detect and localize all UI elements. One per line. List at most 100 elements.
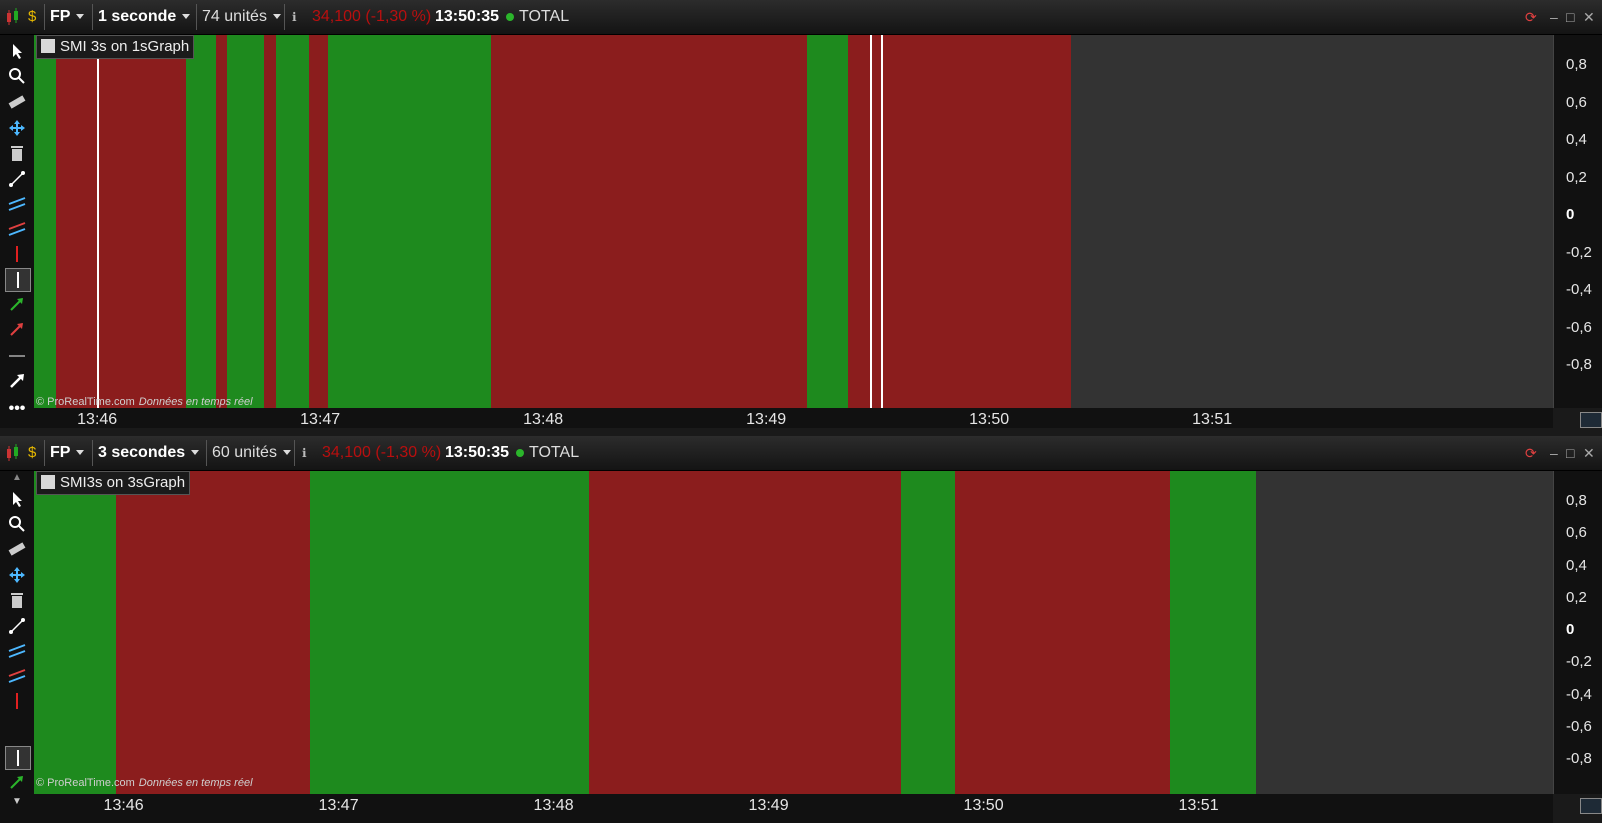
close-icon[interactable]: ✕ <box>1583 445 1595 461</box>
pointer-icon[interactable] <box>5 488 29 510</box>
green-band <box>309 471 590 794</box>
vertical-line-icon[interactable] <box>5 268 31 292</box>
x-tick-label: 13:50 <box>963 797 1004 814</box>
top-indicator-legend[interactable]: SMI 3s on 1sGraph <box>36 35 195 59</box>
green-band <box>227 35 265 408</box>
candle-icon[interactable] <box>5 436 21 470</box>
green-arrow-icon[interactable] <box>5 293 29 315</box>
market-label: TOTAL <box>529 444 580 461</box>
timeframe-selector[interactable]: 3 secondes <box>98 436 200 470</box>
top-chart-window: $ FP 1 seconde 74 unités ℹ 34,100 (-1,30… <box>0 0 1602 428</box>
y-tick-label: -0,6 <box>1566 717 1592 735</box>
bottom-y-axis[interactable]: 0,8 0,6 0,4 0,2 0 -0,2 -0,4 -0,6 -0,8 <box>1553 471 1602 794</box>
close-icon[interactable]: ✕ <box>1583 9 1595 25</box>
green-band <box>901 471 955 794</box>
bottom-indicator-legend[interactable]: SMI3s on 3sGraph <box>36 471 191 495</box>
market-status: TOTAL <box>516 436 579 470</box>
minimize-icon[interactable]: – <box>1550 445 1558 461</box>
symbol-selector[interactable]: FP <box>50 0 85 34</box>
x-tick-label: 13:48 <box>533 797 574 814</box>
bottom-scale-toggle-icon[interactable] <box>1580 798 1602 814</box>
red-line-icon[interactable] <box>5 690 29 712</box>
indicator-name: SMI 3s on 1sGraph <box>60 38 190 55</box>
channel-blue-icon[interactable] <box>5 193 29 215</box>
zoom-icon[interactable] <box>5 65 29 87</box>
trash-icon[interactable] <box>5 142 29 164</box>
top-indicator-chart[interactable] <box>34 35 1553 408</box>
bottom-x-axis[interactable]: 13:46 13:47 13:48 13:49 13:50 13:51 <box>34 794 1553 823</box>
top-y-axis[interactable]: 0,8 0,6 0,4 0,2 0 -0,2 -0,4 -0,6 -0,8 <box>1553 35 1602 408</box>
top-scale-toggle-icon[interactable] <box>1580 412 1602 428</box>
realtime-text: Données en temps réel <box>138 396 253 408</box>
top-toolbar: $ FP 1 seconde 74 unités ℹ 34,100 (-1,30… <box>0 0 1602 35</box>
status-dot-icon <box>506 12 514 21</box>
green-arrow-icon[interactable] <box>5 771 29 793</box>
info-icon[interactable]: ℹ <box>302 436 307 470</box>
dollar-icon[interactable]: $ <box>28 0 36 34</box>
vertical-line[interactable] <box>870 35 873 408</box>
channel-red-icon[interactable] <box>5 218 29 240</box>
move-icon[interactable] <box>5 564 29 586</box>
bottom-indicator-chart[interactable] <box>34 471 1553 794</box>
y-tick-label: 0 <box>1566 621 1575 638</box>
top-x-axis[interactable]: 13:46 13:47 13:48 13:49 13:50 13:51 <box>34 408 1553 428</box>
red-band <box>954 471 1170 794</box>
clock-time: 13:50:35 <box>435 8 500 25</box>
green-band <box>807 35 848 408</box>
minimize-icon[interactable]: – <box>1550 9 1558 25</box>
maximize-icon[interactable]: □ <box>1566 9 1574 25</box>
units-selector[interactable]: 60 unités <box>212 436 291 470</box>
green-band <box>275 35 310 408</box>
move-icon[interactable] <box>5 117 29 139</box>
red-band <box>264 35 276 408</box>
pointer-icon[interactable] <box>5 40 29 62</box>
channel-red-icon[interactable] <box>5 665 29 687</box>
x-tick-label: 13:46 <box>77 411 118 428</box>
scroll-down-icon[interactable]: ▼ <box>5 795 29 807</box>
red-band <box>56 35 187 408</box>
symbol-selector[interactable]: FP <box>50 436 85 470</box>
clock-time: 13:50:35 <box>445 444 510 461</box>
red-arrow-icon[interactable] <box>5 318 29 340</box>
scroll-up-icon[interactable]: ▲ <box>5 471 29 483</box>
y-tick-label: 0,6 <box>1566 524 1587 542</box>
copyright-text: © ProRealTime.com <box>36 396 135 408</box>
units-selector[interactable]: 74 unités <box>202 0 281 34</box>
trash-icon[interactable] <box>5 589 29 611</box>
ruler-icon[interactable] <box>5 538 29 560</box>
horizontal-line-icon[interactable] <box>5 345 29 367</box>
vertical-line[interactable] <box>881 35 884 408</box>
more-icon[interactable]: ••• <box>5 398 29 420</box>
ruler-icon[interactable] <box>5 91 29 113</box>
node-line-icon[interactable] <box>5 168 29 190</box>
y-tick-label: 0,8 <box>1566 492 1587 509</box>
price-change: 34,100 (-1,30 %) <box>312 8 432 25</box>
channel-blue-icon[interactable] <box>5 640 29 662</box>
y-tick-label: -0,8 <box>1566 356 1592 373</box>
node-line-icon[interactable] <box>5 615 29 637</box>
white-arrow-icon[interactable] <box>5 370 29 392</box>
market-status: TOTAL <box>506 0 569 34</box>
info-icon[interactable]: ℹ <box>292 0 297 34</box>
market-label: TOTAL <box>519 8 570 25</box>
legend-swatch <box>41 39 55 54</box>
x-tick-label: 13:49 <box>746 411 787 428</box>
bottom-chart-window: $ FP 3 secondes 60 unités ℹ 34,100 (-1,3… <box>0 436 1602 823</box>
sync-icon[interactable]: ⟳ <box>1525 445 1537 461</box>
indicator-name: SMI3s on 3sGraph <box>60 474 186 491</box>
candle-icon[interactable] <box>5 0 21 34</box>
y-tick-label: -0,2 <box>1566 243 1592 261</box>
maximize-icon[interactable]: □ <box>1566 445 1574 461</box>
vertical-line[interactable] <box>97 35 100 408</box>
sync-icon[interactable]: ⟳ <box>1525 9 1537 25</box>
timeframe-selector[interactable]: 1 seconde <box>98 0 191 34</box>
y-tick-label: 0,4 <box>1566 556 1587 574</box>
dollar-icon[interactable]: $ <box>28 436 36 470</box>
red-line-icon[interactable] <box>5 243 29 265</box>
green-band <box>186 35 217 408</box>
zoom-icon[interactable] <box>5 513 29 535</box>
x-tick-label: 13:50 <box>969 411 1010 428</box>
vertical-line-icon[interactable] <box>5 746 31 770</box>
green-band <box>327 35 492 408</box>
x-tick-label: 13:47 <box>300 411 341 428</box>
